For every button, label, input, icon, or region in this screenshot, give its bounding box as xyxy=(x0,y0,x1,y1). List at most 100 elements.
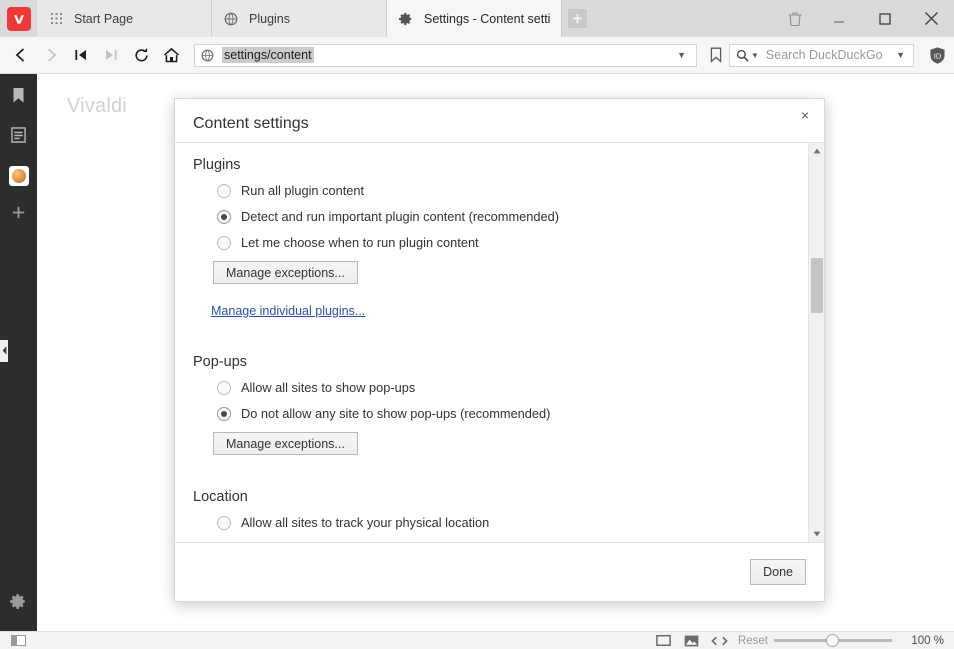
chevron-down-icon[interactable]: ▼ xyxy=(896,50,909,60)
trash-icon[interactable] xyxy=(774,0,816,37)
code-icon[interactable] xyxy=(706,636,734,646)
sidebar-item-settings[interactable] xyxy=(0,587,37,621)
sidebar-item-web-panel[interactable] xyxy=(0,159,37,193)
globe-icon xyxy=(222,11,240,27)
gear-icon xyxy=(10,593,27,615)
address-bar[interactable]: settings/content ▼ xyxy=(194,43,697,67)
radio-icon xyxy=(217,515,231,530)
zoom-level-label: 100 % xyxy=(911,634,944,647)
done-button[interactable]: Done xyxy=(750,559,806,585)
forward-arrow-icon[interactable] xyxy=(36,37,66,74)
panel-toggle-button[interactable] xyxy=(0,635,37,646)
radio-let-me-choose-when-to-run-plugin-content[interactable]: Let me choose when to run plugin content xyxy=(217,235,802,250)
back-arrow-icon[interactable] xyxy=(6,37,36,74)
section-heading-popups: Pop-ups xyxy=(193,354,248,370)
radio-icon xyxy=(217,183,231,198)
magnifier-icon xyxy=(736,49,749,62)
close-icon[interactable] xyxy=(908,0,954,37)
scrollbar-thumb[interactable] xyxy=(811,258,823,313)
rewind-icon[interactable] xyxy=(66,37,96,74)
status-bar: Reset 100 % xyxy=(0,631,954,649)
dialog-footer: Done xyxy=(175,543,824,601)
web-panel-icon xyxy=(8,166,29,186)
tab-start-page[interactable]: Start Page xyxy=(37,0,212,37)
radio-label: Run all plugin content xyxy=(241,183,365,198)
radio-run-all-plugin-content[interactable]: Run all plugin content xyxy=(217,183,802,198)
plus-icon xyxy=(567,9,587,28)
new-tab-button[interactable] xyxy=(562,0,592,37)
dialog-body: Plugins Run all plugin content Detect an… xyxy=(175,142,824,543)
dialog-scrollbar[interactable] xyxy=(808,143,824,542)
panel-toggle-icon xyxy=(11,635,26,646)
dialog-title: Content settings xyxy=(193,115,309,132)
browser-window: Start Page Plugins Settings - Content se… xyxy=(0,0,954,649)
plugins-manage-exceptions-button[interactable]: Manage exceptions... xyxy=(213,261,358,284)
plugins-manage-exceptions-wrap: Manage exceptions... xyxy=(213,261,802,284)
search-engine-caret-icon[interactable]: ▼ xyxy=(751,51,759,60)
vivaldi-logo-icon[interactable] xyxy=(0,0,37,37)
dialog-scroll-area: Plugins Run all plugin content Detect an… xyxy=(175,143,802,542)
sidebar-item-notes[interactable] xyxy=(0,120,37,154)
scroll-down-arrow-icon[interactable] xyxy=(809,526,824,542)
radio-allow-all-sites-to-track-location[interactable]: Allow all sites to track your physical l… xyxy=(217,515,802,530)
popups-manage-exceptions-button[interactable]: Manage exceptions... xyxy=(213,432,358,455)
status-bar-right: Reset 100 % xyxy=(650,634,954,648)
tab-plugins[interactable]: Plugins xyxy=(212,0,387,37)
tiling-icon[interactable] xyxy=(650,635,678,646)
section-heading-location: Location xyxy=(193,489,248,505)
sidebar-item-add-panel[interactable] xyxy=(0,198,37,232)
sidebar-collapse-handle[interactable] xyxy=(0,340,8,362)
scroll-up-arrow-icon[interactable] xyxy=(809,143,824,159)
manage-individual-plugins-wrap: Manage individual plugins... xyxy=(211,302,802,320)
chevron-left-icon xyxy=(2,342,7,360)
section-heading-plugins: Plugins xyxy=(193,157,241,173)
fast-forward-icon[interactable] xyxy=(96,37,126,74)
tab-bar: Start Page Plugins Settings - Content se… xyxy=(0,0,954,37)
radio-label: Allow all sites to show pop-ups xyxy=(241,380,416,395)
sidebar-item-bookmarks[interactable] xyxy=(0,81,37,115)
tab-label: Plugins xyxy=(249,11,290,26)
radio-allow-all-sites-to-show-popups[interactable]: Allow all sites to show pop-ups xyxy=(217,380,802,395)
gear-icon xyxy=(397,11,415,27)
images-icon[interactable] xyxy=(678,635,706,647)
globe-icon xyxy=(201,49,214,62)
content-settings-dialog: × Content settings Plugins Run all plugi… xyxy=(174,98,825,602)
address-input[interactable]: settings/content xyxy=(222,47,314,63)
radio-label: Do not allow any site to show pop-ups (r… xyxy=(241,406,551,421)
search-input[interactable]: Search DuckDuckGo xyxy=(766,48,896,62)
zoom-slider[interactable] xyxy=(774,634,892,648)
radio-label: Detect and run important plugin content … xyxy=(241,209,559,224)
bookmark-icon[interactable] xyxy=(703,37,729,74)
radio-do-not-allow-any-site-to-show-popups[interactable]: Do not allow any site to show pop-ups (r… xyxy=(217,406,802,421)
radio-label: Allow all sites to track your physical l… xyxy=(241,515,490,530)
tab-label: Start Page xyxy=(74,11,134,26)
svg-text:ID: ID xyxy=(933,51,941,60)
reload-icon[interactable] xyxy=(126,37,156,74)
close-icon[interactable]: × xyxy=(794,104,816,126)
grid-icon xyxy=(47,11,65,27)
zoom-reset-button[interactable]: Reset xyxy=(738,635,768,647)
radio-icon xyxy=(217,380,231,395)
radio-icon xyxy=(217,235,231,250)
zoom-slider-knob[interactable] xyxy=(826,634,839,647)
window-controls xyxy=(774,0,954,37)
navigation-toolbar: settings/content ▼ ▼ Search DuckDuckGo ▼ xyxy=(0,37,954,74)
chevron-down-icon[interactable]: ▼ xyxy=(671,50,692,60)
minimize-icon[interactable] xyxy=(816,0,862,37)
radio-icon-selected xyxy=(217,209,231,224)
radio-label: Let me choose when to run plugin content xyxy=(241,235,479,250)
home-icon[interactable] xyxy=(156,37,186,74)
tab-strip: Start Page Plugins Settings - Content se… xyxy=(37,0,592,37)
shield-extension-icon[interactable]: ID xyxy=(920,37,954,74)
bookmark-icon xyxy=(12,87,25,109)
radio-detect-and-run-important-plugin-content[interactable]: Detect and run important plugin content … xyxy=(217,209,802,224)
tab-settings-content-settings[interactable]: Settings - Content settings xyxy=(387,0,562,37)
maximize-icon[interactable] xyxy=(862,0,908,37)
search-bar[interactable]: ▼ Search DuckDuckGo ▼ xyxy=(729,43,914,67)
plus-icon xyxy=(12,206,25,224)
manage-individual-plugins-link[interactable]: Manage individual plugins... xyxy=(211,304,365,318)
tab-label: Settings - Content settings xyxy=(424,11,551,26)
popups-manage-exceptions-wrap: Manage exceptions... xyxy=(213,432,802,455)
